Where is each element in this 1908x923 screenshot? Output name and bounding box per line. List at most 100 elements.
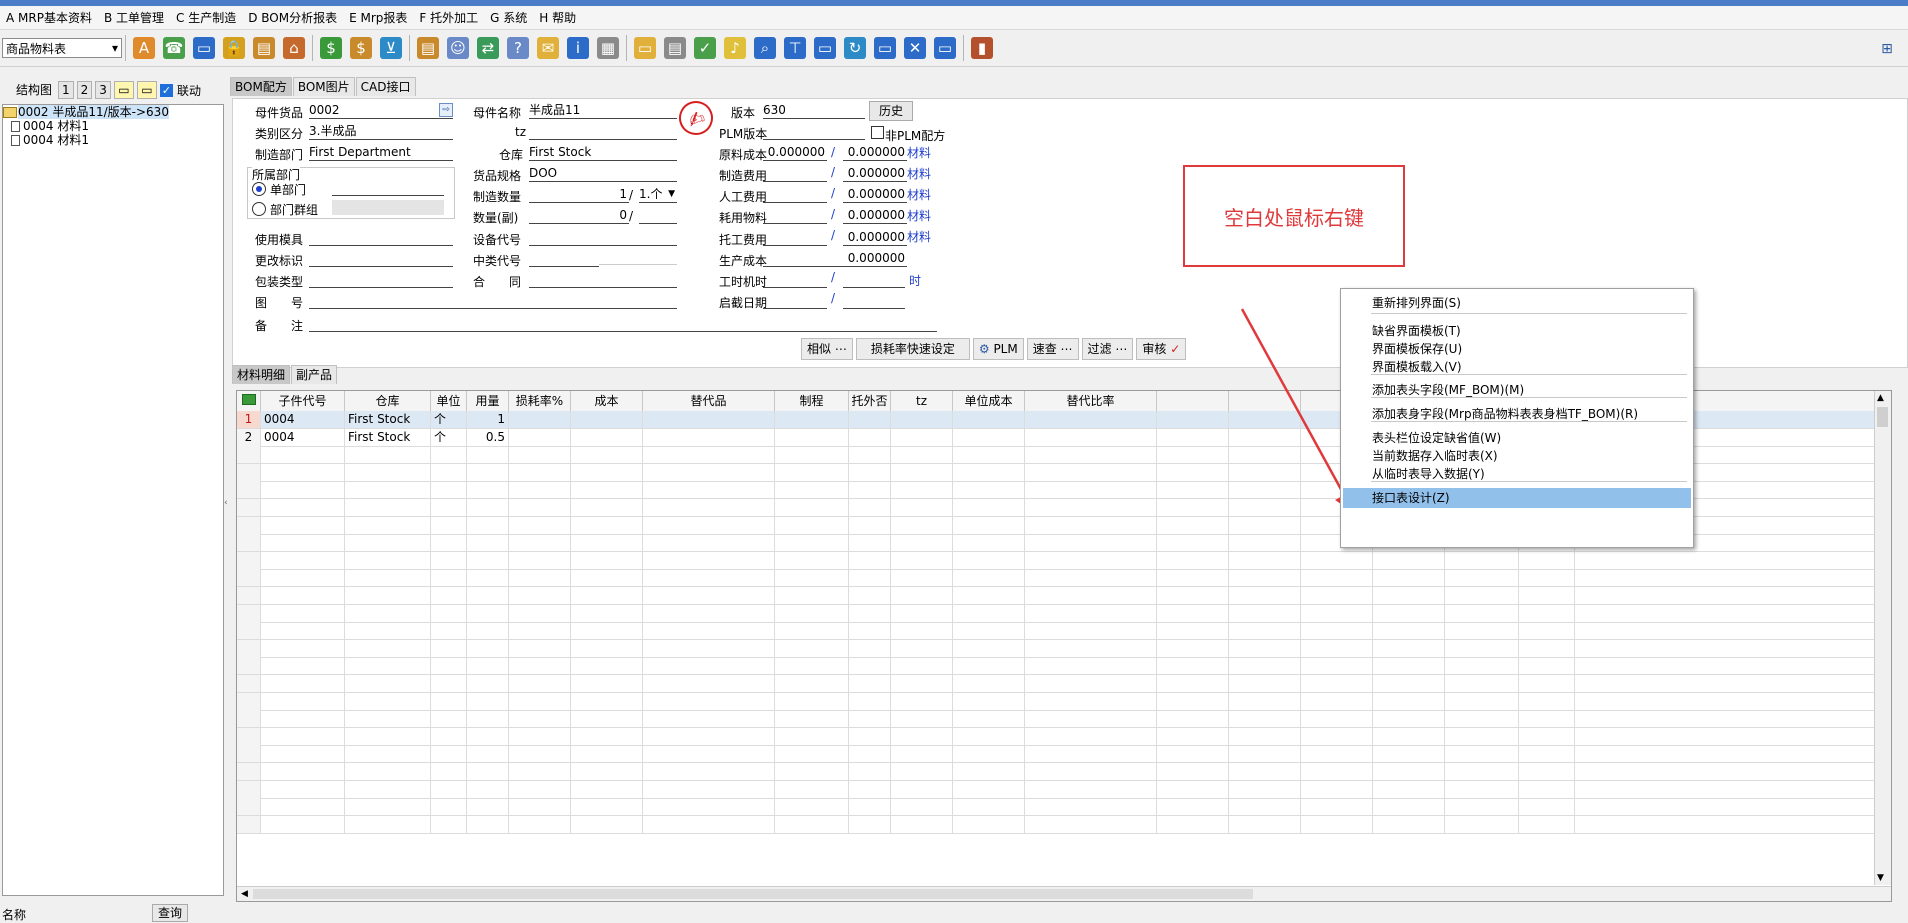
table-cell[interactable] xyxy=(1157,675,1229,692)
document-icon[interactable]: ▤ xyxy=(664,37,686,59)
table-cell[interactable] xyxy=(1157,798,1229,816)
table-cell[interactable] xyxy=(467,587,509,604)
table-cell[interactable] xyxy=(509,727,571,745)
table-cell[interactable] xyxy=(1519,815,1575,833)
qty-sub-field[interactable]: 0 xyxy=(529,208,629,224)
table-cell[interactable] xyxy=(953,569,1025,587)
table-cell[interactable] xyxy=(1445,657,1519,675)
table-cell[interactable] xyxy=(1229,763,1301,780)
collapse-icon[interactable]: ‹ xyxy=(224,498,228,508)
material-link[interactable]: 材料 xyxy=(907,228,931,245)
window-icon[interactable]: ▭ xyxy=(874,37,896,59)
table-cell[interactable] xyxy=(261,692,345,710)
table-cell[interactable] xyxy=(891,569,953,587)
table-cell[interactable] xyxy=(261,710,345,728)
table-cell[interactable] xyxy=(1025,481,1157,499)
h-scroll-thumb[interactable] xyxy=(253,889,1253,899)
table-cell[interactable] xyxy=(1373,692,1445,710)
tree-node-child[interactable]: 0004 材料1 xyxy=(3,119,223,133)
table-cell[interactable] xyxy=(643,692,775,710)
table-cell[interactable] xyxy=(1445,710,1519,728)
vertical-scrollbar[interactable]: ▲ ▼ xyxy=(1874,391,1891,885)
table-cell[interactable] xyxy=(509,798,571,816)
table-cell[interactable] xyxy=(643,745,775,763)
table-cell[interactable] xyxy=(1025,428,1157,446)
table-cell[interactable] xyxy=(345,657,431,675)
table-cell[interactable] xyxy=(261,763,345,780)
table-cell[interactable] xyxy=(849,815,891,833)
table-cell[interactable] xyxy=(509,639,571,657)
category-field[interactable]: 3.半成品 xyxy=(309,124,453,140)
table-cell[interactable] xyxy=(849,569,891,587)
menu-item[interactable]: A MRP基本资料 xyxy=(0,9,98,26)
approve-button[interactable]: 审核 ✓ xyxy=(1136,338,1187,360)
table-cell[interactable] xyxy=(571,604,643,622)
table-cell[interactable] xyxy=(571,411,643,428)
table-cell[interactable] xyxy=(431,551,467,569)
table-cell[interactable] xyxy=(1519,710,1575,728)
row-number[interactable] xyxy=(237,745,261,763)
material-link[interactable]: 材料 xyxy=(907,165,931,182)
mail-icon[interactable]: ✉ xyxy=(537,37,559,59)
table-cell[interactable] xyxy=(643,481,775,499)
table-cell[interactable] xyxy=(509,763,571,780)
table-cell[interactable] xyxy=(261,516,345,534)
table-cell[interactable] xyxy=(891,815,953,833)
scroll-up-icon[interactable]: ▲ xyxy=(1877,393,1884,403)
table-cell[interactable] xyxy=(345,569,431,587)
loss-rate-button[interactable]: 损耗率快速设定 xyxy=(855,338,970,360)
table-cell[interactable] xyxy=(849,428,891,446)
row-number[interactable] xyxy=(237,675,261,692)
start-date-b[interactable] xyxy=(843,293,905,309)
scroll-left-icon[interactable]: ◀ xyxy=(241,887,248,901)
table-cell[interactable] xyxy=(431,815,467,833)
table-cell[interactable] xyxy=(1025,692,1157,710)
table-cell[interactable] xyxy=(261,639,345,657)
table-cell[interactable] xyxy=(849,481,891,499)
table-cell[interactable] xyxy=(1229,639,1301,657)
table-cell[interactable] xyxy=(345,481,431,499)
table-cell[interactable] xyxy=(849,727,891,745)
tree-node-root[interactable]: 0002 半成品11/版本->630 xyxy=(3,105,223,119)
table-cell[interactable] xyxy=(1157,411,1229,428)
table-cell[interactable] xyxy=(1229,428,1301,446)
table-cell[interactable] xyxy=(431,710,467,728)
table-cell[interactable] xyxy=(1229,569,1301,587)
table-cell[interactable] xyxy=(1157,763,1229,780)
table-cell[interactable] xyxy=(1229,727,1301,745)
table-cell[interactable] xyxy=(1025,587,1157,604)
table-cell[interactable] xyxy=(1519,675,1575,692)
table-row[interactable] xyxy=(237,745,1875,764)
table-cell[interactable]: 0004 xyxy=(261,428,345,446)
table-cell[interactable] xyxy=(1519,622,1575,640)
work-hours-b[interactable] xyxy=(843,272,905,288)
table-cell[interactable] xyxy=(1519,763,1575,780)
parent-name-field[interactable]: 半成品11 xyxy=(529,103,677,119)
table-cell[interactable] xyxy=(643,780,775,798)
table-cell[interactable] xyxy=(509,499,571,516)
consumable-b[interactable]: 0.000000 xyxy=(843,208,907,224)
table-cell[interactable] xyxy=(261,798,345,816)
table-cell[interactable] xyxy=(345,463,431,481)
table-cell[interactable] xyxy=(775,587,849,604)
table-cell[interactable] xyxy=(1301,657,1373,675)
table-cell[interactable] xyxy=(1373,727,1445,745)
table-cell[interactable]: 1 xyxy=(467,411,509,428)
table-cell[interactable] xyxy=(643,657,775,675)
table-cell[interactable] xyxy=(509,463,571,481)
table-cell[interactable] xyxy=(1301,780,1373,798)
table-cell[interactable] xyxy=(643,639,775,657)
table-cell[interactable] xyxy=(345,745,431,763)
column-header[interactable] xyxy=(1157,391,1229,411)
table-cell[interactable] xyxy=(1519,780,1575,798)
table-cell[interactable] xyxy=(643,569,775,587)
table-cell[interactable] xyxy=(1519,569,1575,587)
table-cell[interactable] xyxy=(571,657,643,675)
table-cell[interactable] xyxy=(1445,622,1519,640)
row-number[interactable] xyxy=(237,657,261,675)
table-cell[interactable] xyxy=(431,763,467,780)
table-cell[interactable] xyxy=(775,604,849,622)
table-cell[interactable] xyxy=(261,446,345,464)
non-plm-checkbox[interactable] xyxy=(871,126,884,139)
table-cell[interactable] xyxy=(431,516,467,534)
